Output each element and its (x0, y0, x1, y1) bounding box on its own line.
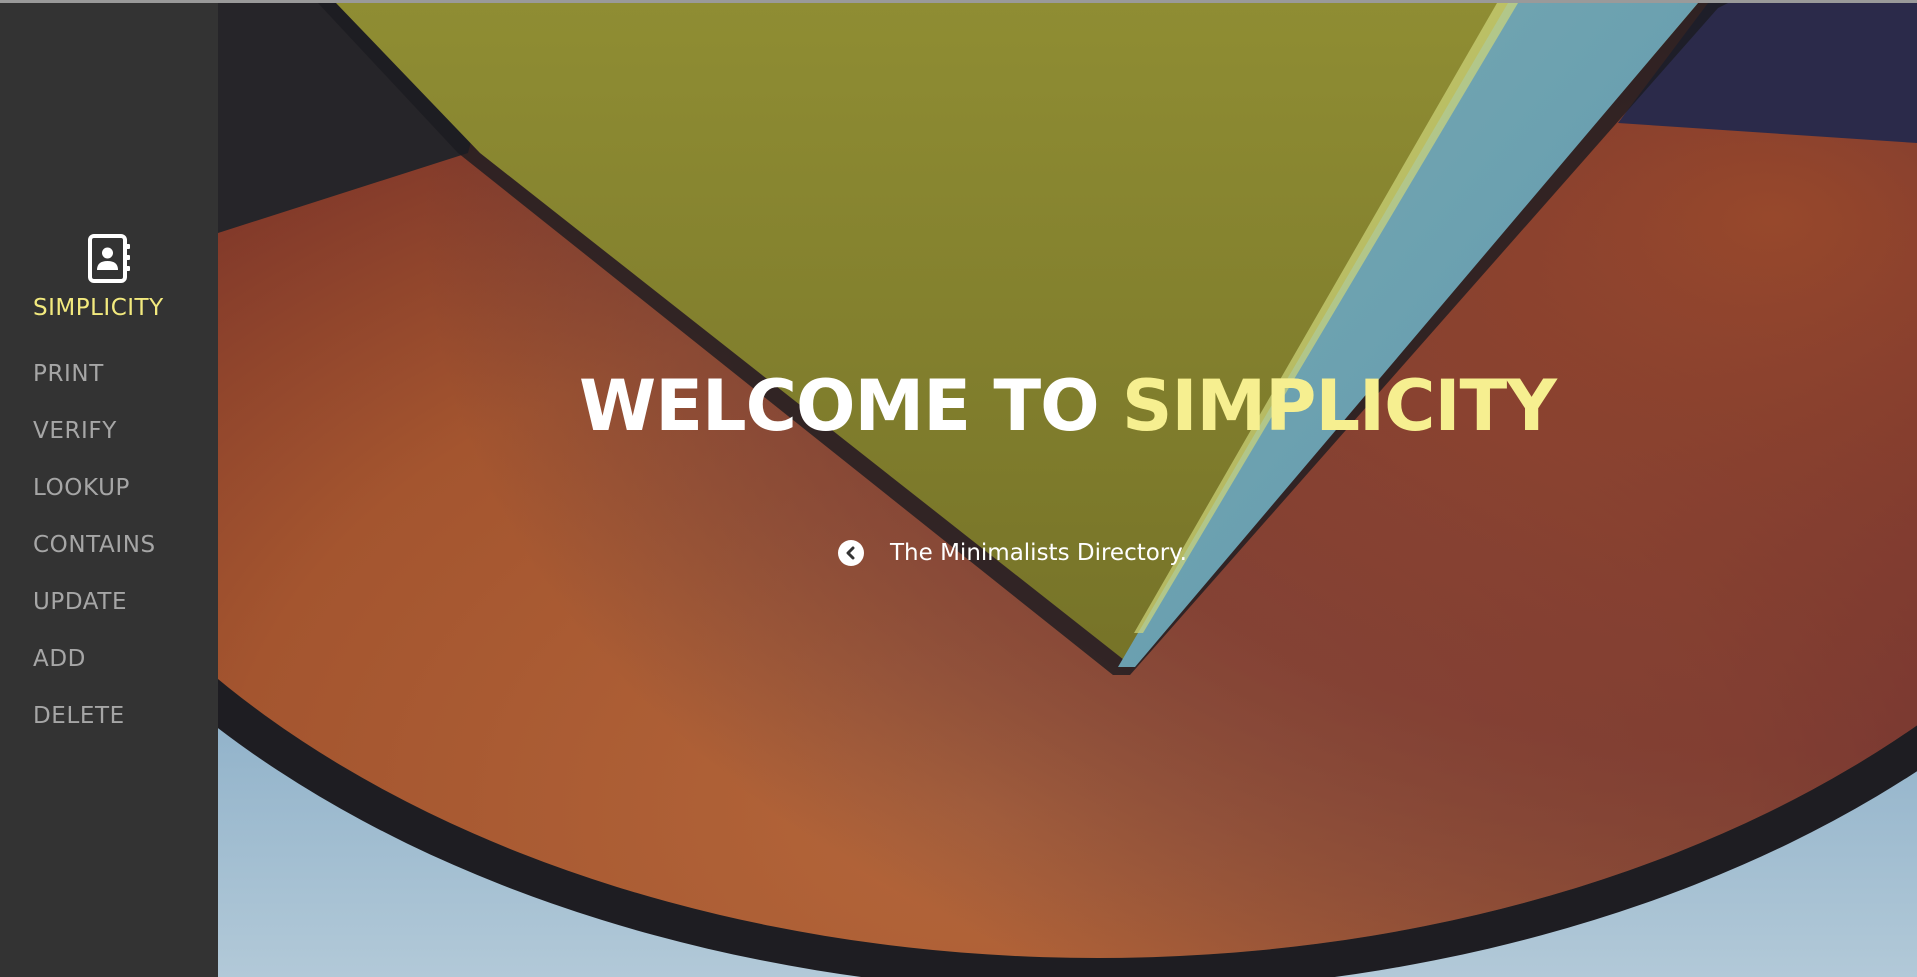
title-prefix: WELCOME TO (579, 365, 1100, 447)
nav-item-delete[interactable]: DELETE (33, 703, 156, 760)
hero-background-art (218, 3, 1917, 977)
page-title: WELCOME TO SIMPLICITY (218, 365, 1917, 447)
address-book-icon (88, 234, 130, 283)
nav-item-print[interactable]: PRINT (33, 361, 156, 418)
nav-menu: PRINT VERIFY LOOKUP CONTAINS UPDATE ADD … (33, 361, 156, 760)
tagline-row: The Minimalists Directory. (838, 537, 1187, 569)
title-accent: SIMPLICITY (1122, 365, 1557, 447)
nav-item-lookup[interactable]: LOOKUP (33, 475, 156, 532)
hero-section: WELCOME TO SIMPLICITY The Minimalists Di… (218, 3, 1917, 977)
nav-item-add[interactable]: ADD (33, 646, 156, 703)
nav-item-verify[interactable]: VERIFY (33, 418, 156, 475)
chevron-left-circle-icon[interactable] (838, 540, 864, 566)
nav-item-contains[interactable]: CONTAINS (33, 532, 156, 589)
chevron-left-icon (846, 546, 855, 560)
sidebar: SIMPLICITY PRINT VERIFY LOOKUP CONTAINS … (0, 3, 218, 977)
nav-item-update[interactable]: UPDATE (33, 589, 156, 646)
tagline-text: The Minimalists Directory. (890, 540, 1187, 566)
brand[interactable]: SIMPLICITY (0, 233, 218, 321)
brand-name[interactable]: SIMPLICITY (33, 295, 164, 321)
